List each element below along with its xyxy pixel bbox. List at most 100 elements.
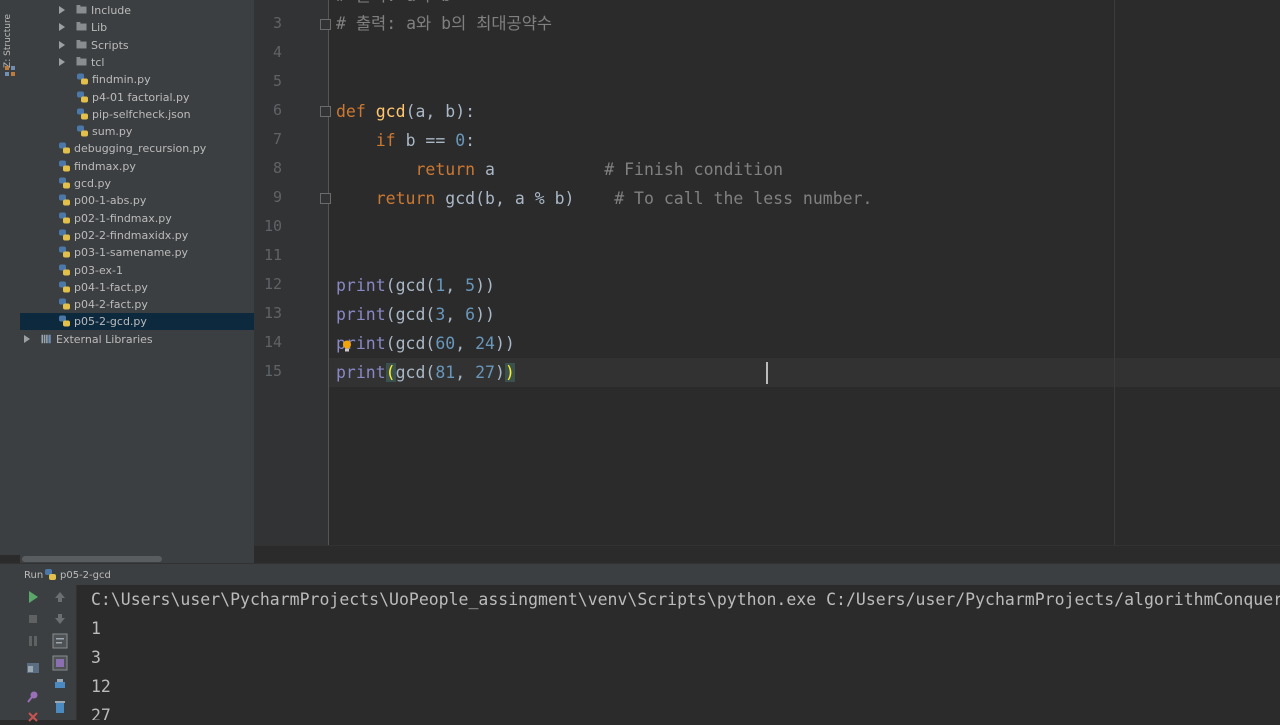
call-open: gcd( xyxy=(395,363,436,382)
run-console[interactable]: C:\Users\user\PycharmProjects\UoPeople_a… xyxy=(77,585,1280,720)
arg-sep: , xyxy=(445,276,466,295)
function-name: gcd xyxy=(375,102,406,121)
tree-folder[interactable]: Include xyxy=(20,2,254,19)
python-file-icon xyxy=(77,108,88,120)
arg-sep: , xyxy=(455,363,476,382)
text-caret xyxy=(766,362,768,384)
python-file-icon xyxy=(59,194,70,206)
python-file-icon xyxy=(59,160,70,172)
project-horizontal-scrollbar[interactable] xyxy=(20,555,254,563)
code-line-14: print(gcd(60, 24)) xyxy=(336,329,515,358)
tree-file[interactable]: p03-1-samename.py xyxy=(20,244,254,261)
scroll-down-icon[interactable] xyxy=(52,611,68,627)
line-number: 9 xyxy=(272,188,282,206)
chevron-right-icon[interactable] xyxy=(59,57,65,66)
arg-sep: , xyxy=(455,334,476,353)
python-file-icon xyxy=(45,569,56,580)
scroll-up-icon[interactable] xyxy=(52,589,68,605)
tree-file[interactable]: p05-2-gcd.py xyxy=(20,313,254,331)
python-file-icon xyxy=(59,177,70,189)
chevron-right-icon[interactable] xyxy=(24,334,30,343)
intention-bulb-icon[interactable] xyxy=(342,340,352,352)
fold-marker-icon[interactable] xyxy=(320,106,331,117)
def-params: (a, b): xyxy=(405,102,476,121)
line-number: 6 xyxy=(272,101,282,119)
if-condition: b == xyxy=(405,131,456,150)
tree-file[interactable]: pip-selfcheck.json xyxy=(20,106,254,123)
if-colon: : xyxy=(465,131,476,150)
tree-file[interactable]: sum.py xyxy=(20,123,254,140)
run-panel-header: Run p05-2-gcd xyxy=(0,563,1280,586)
structure-tab[interactable]: Z: Structure xyxy=(3,14,13,68)
comment-finish: # Finish condition xyxy=(604,160,784,179)
keyword-return: return xyxy=(415,160,476,179)
code-line-13: print(gcd(3, 6)) xyxy=(336,300,495,329)
tree-file[interactable]: p03-ex-1 xyxy=(20,262,254,279)
arg-b: 27 xyxy=(475,363,495,382)
line-number: 15 xyxy=(263,362,282,380)
chevron-right-icon[interactable] xyxy=(59,6,65,14)
folder-icon xyxy=(76,5,87,14)
close-icon[interactable] xyxy=(25,709,41,725)
tree-file[interactable]: debugging_recursion.py xyxy=(20,140,254,157)
line-number: 5 xyxy=(272,72,282,90)
python-file-icon xyxy=(59,142,70,154)
arg-b: 24 xyxy=(475,334,495,353)
soft-wrap-icon[interactable] xyxy=(52,633,68,649)
fold-marker-icon[interactable] xyxy=(320,19,331,30)
scrollbar-thumb[interactable] xyxy=(22,556,162,562)
print-icon[interactable] xyxy=(52,655,68,671)
arg-sep: , xyxy=(445,305,466,324)
comment-call: # To call the less number. xyxy=(614,189,873,208)
tree-item-label: External Libraries xyxy=(56,332,153,346)
tree-item-label: tcl xyxy=(91,55,105,69)
line-number: 7 xyxy=(272,130,282,148)
tree-file[interactable]: p02-1-findmax.py xyxy=(20,210,254,227)
tree-file[interactable]: p00-1-abs.py xyxy=(20,192,254,209)
chevron-right-icon[interactable] xyxy=(59,23,65,32)
tree-external-libraries[interactable]: External Libraries xyxy=(20,331,254,348)
tree-item-label: findmax.py xyxy=(74,159,136,173)
console-output-line: 3 xyxy=(91,648,101,667)
tree-folder[interactable]: Lib xyxy=(20,19,254,36)
arg-a: 1 xyxy=(435,276,446,295)
line-number: 3 xyxy=(272,14,282,32)
print-builtin: print xyxy=(336,305,386,324)
run-config-name[interactable]: p05-2-gcd xyxy=(60,570,111,581)
stop-icon[interactable] xyxy=(25,611,41,627)
arg-a: 60 xyxy=(435,334,456,353)
code-editor[interactable]: 23456789101112131415 # 출력: a와 b # 출력: a와… xyxy=(254,0,1280,564)
editor-horizontal-scrollbar[interactable] xyxy=(254,545,1280,564)
line-number: 11 xyxy=(263,246,282,264)
python-file-icon xyxy=(59,315,70,327)
fold-marker-icon[interactable] xyxy=(320,193,331,204)
tree-file[interactable]: p04-1-fact.py xyxy=(20,279,254,296)
structure-icon[interactable] xyxy=(5,66,15,76)
pin-icon[interactable] xyxy=(25,689,41,705)
tree-folder[interactable]: tcl xyxy=(20,54,254,71)
rerun-icon[interactable] xyxy=(25,589,41,605)
chevron-right-icon[interactable] xyxy=(59,40,65,49)
tree-file[interactable]: findmin.py xyxy=(20,71,254,88)
tree-folder[interactable]: Scripts xyxy=(20,37,254,54)
line-number: 13 xyxy=(263,304,282,322)
keyword-if: if xyxy=(375,131,396,150)
printer-icon[interactable] xyxy=(52,677,68,693)
tree-file[interactable]: p4-01 factorial.py xyxy=(20,89,254,106)
code-line-8: return a # Finish condition xyxy=(336,155,783,184)
tree-file[interactable]: gcd.py xyxy=(20,175,254,192)
tree-item-label: p03-1-samename.py xyxy=(74,246,189,260)
tree-file[interactable]: p04-2-fact.py xyxy=(20,296,254,313)
pause-icon[interactable] xyxy=(25,633,41,649)
tree-file[interactable]: p02-2-findmaxidx.py xyxy=(20,227,254,244)
restore-layout-icon[interactable] xyxy=(25,660,41,676)
arg-b: 5 xyxy=(465,276,476,295)
call-open: (gcd( xyxy=(385,334,436,353)
tree-item-label: findmin.py xyxy=(92,73,151,87)
right-margin-guide xyxy=(1114,0,1115,545)
line-number: 8 xyxy=(272,159,282,177)
tree-file[interactable]: findmax.py xyxy=(20,158,254,175)
clear-all-icon[interactable] xyxy=(52,699,68,715)
tree-item-label: p00-1-abs.py xyxy=(74,194,147,208)
arg-b: 6 xyxy=(465,305,476,324)
